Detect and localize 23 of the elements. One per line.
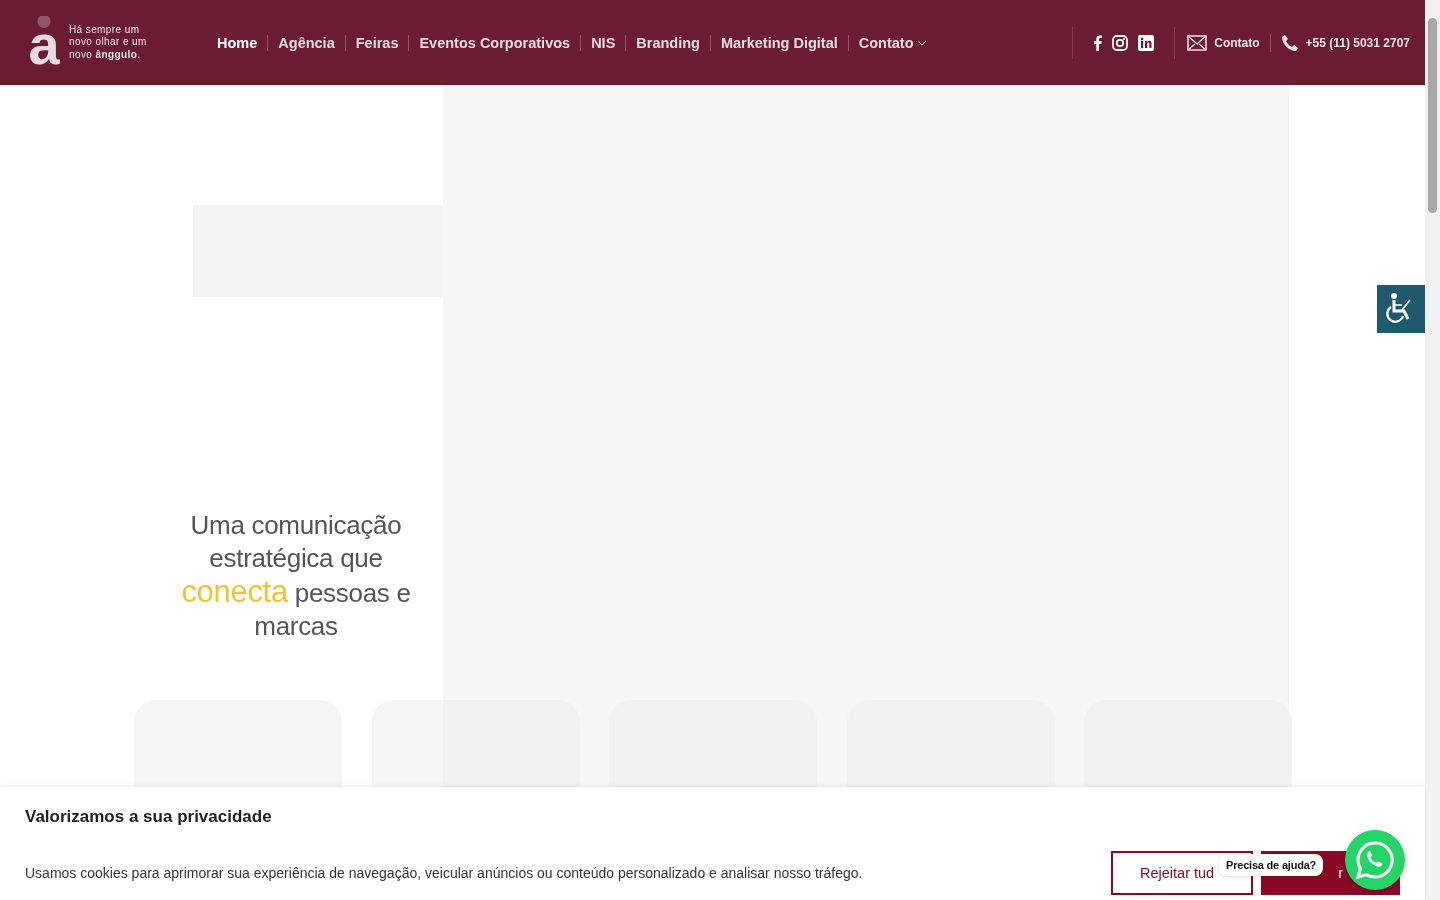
nav-link[interactable]: Feiras (345, 34, 410, 51)
envelope-icon (1187, 34, 1208, 51)
chat-bubble-icon (1355, 840, 1395, 880)
linkedin-icon[interactable] (1138, 34, 1155, 51)
contact-link[interactable]: Contato (1187, 34, 1260, 51)
nav-link[interactable]: Contato (848, 34, 937, 51)
cookie-title: Valorizamos a sua privacidade (25, 807, 273, 827)
instagram-icon[interactable] (1112, 34, 1129, 51)
nav-link[interactable]: NIS (581, 34, 627, 51)
logo-tagline: Há sempre um novo olhar e um novo ânggulo. (69, 23, 147, 62)
nav-link[interactable]: Agência (268, 34, 346, 51)
phone-icon (1280, 33, 1299, 52)
phone-link[interactable]: +55 (11) 5031 2707 (1280, 33, 1410, 52)
nav-link[interactable]: Eventos Corporativos (409, 34, 582, 51)
help-tooltip: Precisa de ajuda? (1219, 854, 1324, 876)
nav-link[interactable]: Marketing Digital (710, 34, 849, 51)
hero-headline: Uma comunicação estratégica que conecta pessoas e marcas (180, 509, 412, 643)
nav-link[interactable]: Branding (626, 34, 711, 51)
accessibility-button[interactable] (1377, 285, 1425, 333)
nav-link[interactable]: Home (207, 34, 269, 51)
facebook-icon[interactable] (1093, 34, 1103, 51)
cookie-text: Usamos cookies para aprimorar sua experiência de navegação, veicular anúncios ou conteúdo personalizado e analisar nosso tráfego. (25, 865, 864, 881)
scrollbar[interactable] (1425, 0, 1440, 900)
